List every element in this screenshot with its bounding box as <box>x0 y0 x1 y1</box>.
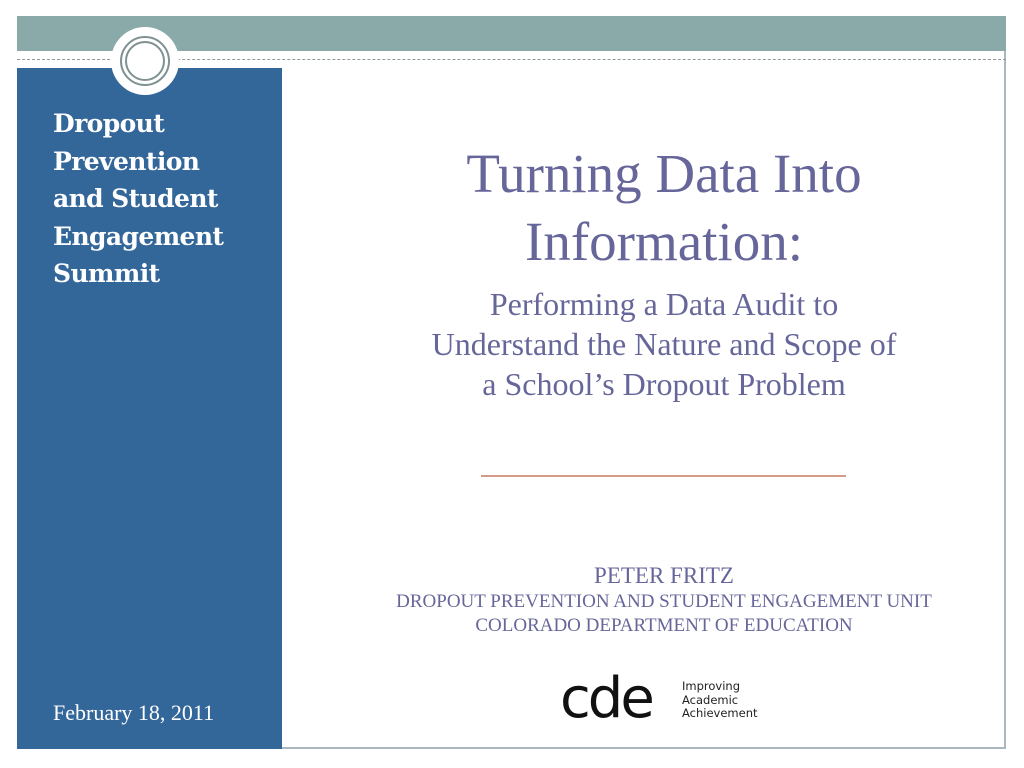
event-title-line: and Student <box>53 184 218 213</box>
cde-tagline-line: Achievement <box>682 706 758 720</box>
emblem-inner-ring <box>125 41 165 81</box>
slide-title-line: Information: <box>525 211 803 272</box>
main-content: Turning Data Into Information: Performin… <box>282 68 1006 749</box>
cde-tagline-line: Improving <box>682 679 740 693</box>
event-title-line: Dropout <box>53 109 165 138</box>
slide-subtitle: Performing a Data Audit to Understand th… <box>282 284 1024 404</box>
event-title-line: Prevention <box>53 146 200 176</box>
slide: Dropout Prevention and Student Engagemen… <box>17 16 1006 749</box>
presenter-unit: DROPOUT PREVENTION AND STUDENT ENGAGEMEN… <box>396 591 932 612</box>
event-title-line: Summit <box>53 259 160 288</box>
event-date: February 18, 2011 <box>53 700 215 725</box>
cde-tagline-line: Academic <box>682 692 739 707</box>
event-title-line: Engagement <box>53 221 224 251</box>
presenter-block: PETER FRITZ DROPOUT PREVENTION AND STUDE… <box>282 562 1024 638</box>
slide-subtitle-line: a School’s Dropout Problem <box>482 366 846 402</box>
slide-subtitle-line: Performing a Data Audit to <box>489 286 839 322</box>
circle-emblem-icon <box>111 27 179 95</box>
slide-title: Turning Data Into Information: <box>282 140 1024 276</box>
presenter-name: PETER FRITZ <box>594 563 734 588</box>
cde-wordmark: cde <box>560 666 655 731</box>
accent-divider <box>481 475 846 477</box>
event-title: Dropout Prevention and Student Engagemen… <box>53 105 278 293</box>
slide-title-line: Turning Data Into <box>466 143 862 204</box>
sidebar-panel: Dropout Prevention and Student Engagemen… <box>17 68 282 749</box>
presenter-department: COLORADO DEPARTMENT OF EDUCATION <box>475 615 853 636</box>
cde-tagline: Improving Academic Achievement <box>682 679 758 721</box>
slide-subtitle-line: Understand the Nature and Scope of <box>431 326 897 362</box>
cde-logo: cde Improving Academic Achievement <box>560 666 780 731</box>
